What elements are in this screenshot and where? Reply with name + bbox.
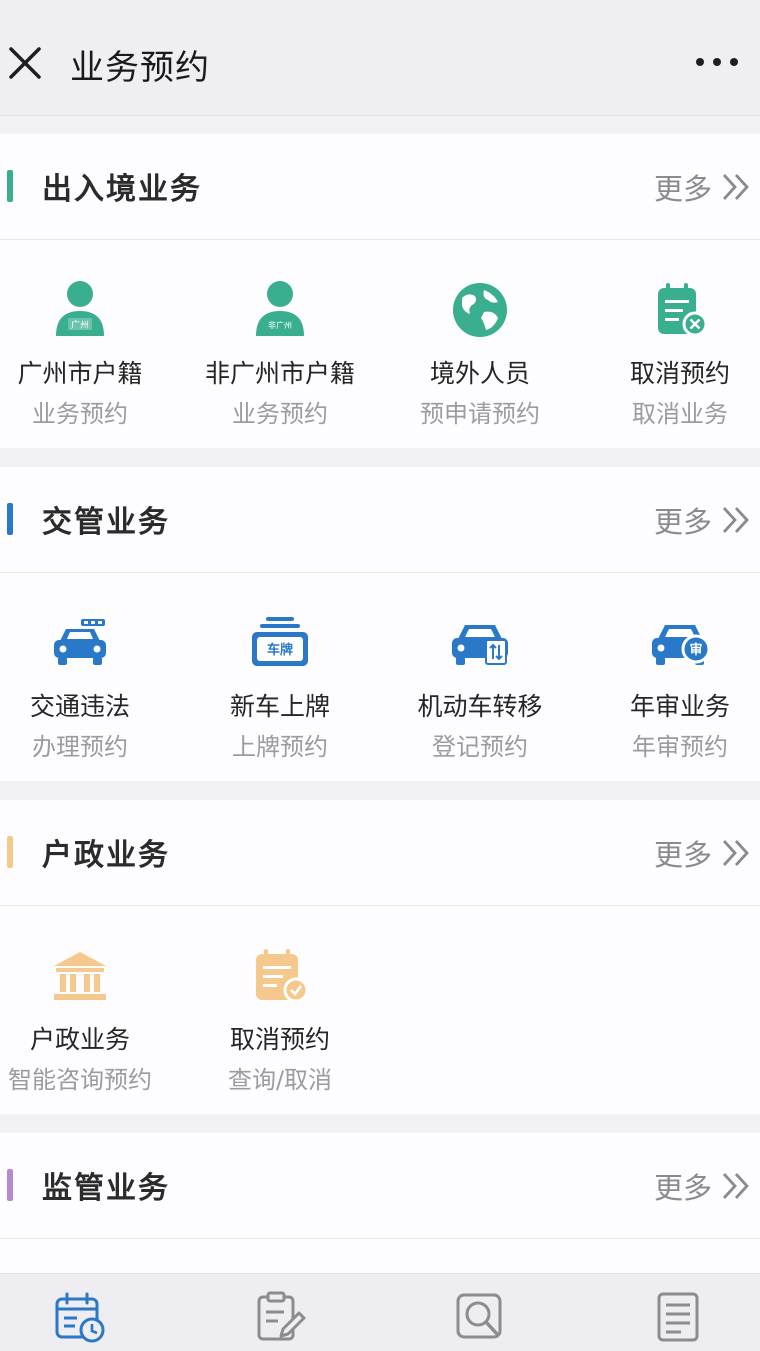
svg-text:广州: 广州 — [71, 319, 89, 331]
more-label: 更多 — [653, 1171, 712, 1205]
service-item-cancel-query[interactable]: 取消预约 查询/取消 — [185, 906, 375, 1114]
calendar-clock-icon — [55, 1292, 105, 1343]
page-title: 业务预约 — [70, 48, 210, 88]
service-item-foreigners[interactable]: 境外人员 预申请预约 — [385, 240, 575, 448]
government-building-icon — [54, 952, 106, 1000]
section-accent-bar — [7, 1169, 13, 1201]
service-sublabel: 年审预约 — [632, 733, 728, 761]
more-label: 更多 — [653, 838, 712, 872]
double-chevron-right-icon — [722, 840, 749, 866]
service-item-annual-inspection[interactable]: 审 年审业务 年审预约 — [585, 573, 760, 781]
section-header: 出入境业务 更多 — [0, 134, 760, 240]
dot-icon — [696, 58, 704, 66]
svg-text:审: 审 — [689, 642, 702, 658]
license-plate-icon: 车牌 — [252, 617, 308, 666]
svg-text:非广州: 非广州 — [268, 320, 292, 330]
service-item-non-guangzhou-resident[interactable]: 非广州 非广州市户籍 业务预约 — [185, 240, 375, 448]
service-sublabel: 预申请预约 — [420, 400, 540, 428]
section-header: 交管业务 更多 — [0, 467, 760, 573]
nav-tab-form[interactable] — [253, 1290, 307, 1344]
nav-tab-search[interactable] — [453, 1290, 507, 1344]
service-item-household-affairs[interactable]: 户政业务 智能咨询预约 — [0, 906, 175, 1114]
search-icon — [456, 1293, 502, 1339]
service-label: 广州市户籍 — [17, 359, 143, 388]
nav-tab-appointment[interactable] — [53, 1290, 107, 1344]
more-link[interactable]: 更多 — [654, 1165, 752, 1207]
service-sublabel: 上牌预约 — [232, 733, 328, 761]
section-supervision: 监管业务 更多 — [0, 1133, 760, 1273]
globe-icon — [453, 283, 507, 337]
service-sublabel: 智能咨询预约 — [8, 1066, 152, 1094]
svg-text:车牌: 车牌 — [267, 642, 293, 658]
service-label: 交通违法 — [29, 692, 130, 721]
bottom-navigation — [0, 1273, 760, 1351]
more-label: 更多 — [653, 172, 712, 206]
service-sublabel: 业务预约 — [232, 400, 328, 428]
more-label: 更多 — [653, 505, 712, 539]
section-accent-bar — [7, 836, 13, 868]
section-exit-entry: 出入境业务 更多 广州 广州市户籍 业务预约 非广州 非广州市户籍 业务预约 境… — [0, 134, 760, 448]
car-transfer-icon — [452, 625, 508, 665]
service-label: 户政业务 — [29, 1025, 130, 1054]
service-sublabel: 办理预约 — [32, 733, 128, 761]
calendar-check-icon — [256, 949, 309, 1003]
person-non-guangzhou-icon: 非广州 — [256, 281, 304, 336]
section-traffic: 交管业务 更多 交通违法 办理预约 车牌 新车上牌 上牌预约 机动车转移 登记预… — [0, 467, 760, 781]
service-sublabel: 查询/取消 — [227, 1066, 333, 1094]
list-document-icon — [657, 1292, 699, 1342]
section-accent-bar — [7, 170, 13, 202]
section-header: 监管业务 更多 — [0, 1133, 760, 1239]
service-item-vehicle-transfer[interactable]: 机动车转移 登记预约 — [385, 573, 575, 781]
service-label: 境外人员 — [429, 359, 530, 388]
title-bar: 业务预约 — [0, 0, 760, 116]
close-icon — [9, 47, 41, 79]
section-title: 出入境业务 — [42, 172, 202, 207]
double-chevron-right-icon — [722, 1173, 749, 1199]
calendar-cancel-icon — [658, 283, 708, 337]
service-label: 新车上牌 — [229, 692, 330, 721]
more-link[interactable]: 更多 — [654, 499, 752, 541]
service-label: 非广州市户籍 — [204, 359, 355, 388]
more-options-button[interactable] — [696, 54, 738, 70]
service-item-traffic-violation[interactable]: 交通违法 办理预约 — [0, 573, 175, 781]
section-title: 户政业务 — [42, 838, 170, 873]
more-link[interactable]: 更多 — [654, 832, 752, 874]
car-inspection-icon: 审 — [652, 625, 711, 665]
service-item-guangzhou-resident[interactable]: 广州 广州市户籍 业务预约 — [0, 240, 175, 448]
close-button[interactable] — [6, 44, 44, 82]
section-household: 户政业务 更多 户政业务 智能咨询预约 取消预约 查询/取消 — [0, 800, 760, 1114]
service-label: 机动车转移 — [417, 692, 543, 721]
service-sublabel: 登记预约 — [432, 733, 528, 761]
person-guangzhou-icon: 广州 — [56, 281, 104, 336]
service-sublabel: 业务预约 — [32, 400, 128, 428]
more-link[interactable]: 更多 — [654, 166, 752, 208]
service-item-new-car-plate[interactable]: 车牌 新车上牌 上牌预约 — [185, 573, 375, 781]
service-item-cancel-appointment[interactable]: 取消预约 取消业务 — [585, 240, 760, 448]
section-header: 户政业务 更多 — [0, 800, 760, 906]
section-title: 监管业务 — [42, 1171, 170, 1206]
document-edit-icon — [257, 1291, 306, 1341]
police-car-icon — [54, 619, 106, 665]
section-accent-bar — [7, 503, 13, 535]
service-label: 取消预约 — [629, 359, 730, 388]
service-sublabel: 取消业务 — [632, 400, 728, 428]
section-title: 交管业务 — [42, 505, 170, 540]
dot-icon — [730, 58, 738, 66]
double-chevron-right-icon — [722, 174, 749, 200]
nav-tab-list[interactable] — [653, 1290, 707, 1344]
service-label: 取消预约 — [229, 1025, 330, 1054]
dot-icon — [713, 58, 721, 66]
double-chevron-right-icon — [722, 507, 749, 533]
service-label: 年审业务 — [629, 692, 730, 721]
